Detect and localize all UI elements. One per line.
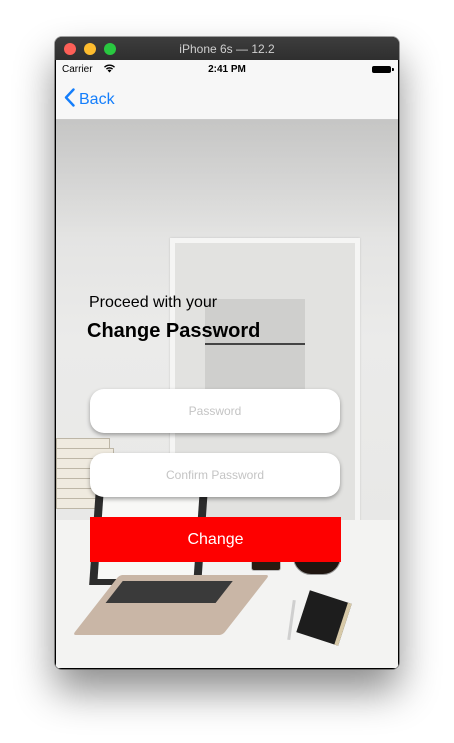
confirm-password-field-container [90, 453, 340, 497]
simulator-window: iPhone 6s — 12.2 Carrier 2:41 PM Back Pr… [55, 37, 399, 669]
intro-text: Proceed with your [89, 294, 218, 311]
page-title: Change Password [87, 320, 261, 342]
window-titlebar: iPhone 6s — 12.2 [55, 37, 399, 60]
window-title: iPhone 6s — 12.2 [179, 42, 275, 56]
password-field[interactable] [90, 403, 340, 419]
change-password-form: Proceed with your Change Password Change [56, 60, 398, 668]
confirm-password-field[interactable] [90, 467, 340, 483]
change-button[interactable]: Change [90, 517, 341, 562]
password-field-container [90, 389, 340, 433]
device-screen: Carrier 2:41 PM Back Proceed with your C… [56, 60, 398, 668]
